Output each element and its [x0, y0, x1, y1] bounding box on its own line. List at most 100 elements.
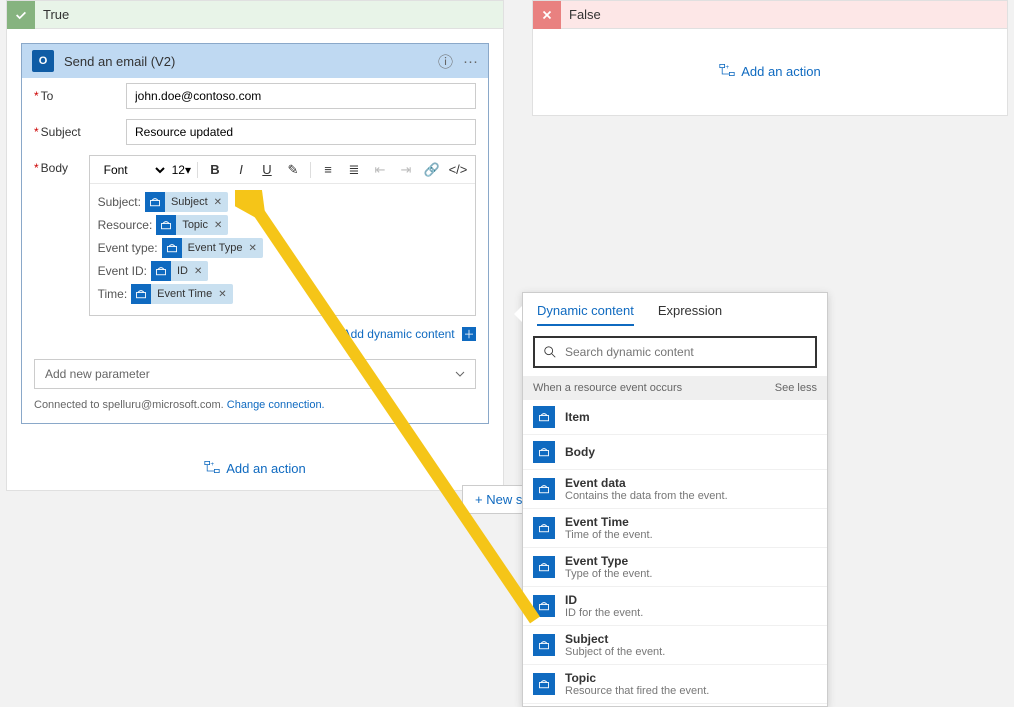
- dynamic-token[interactable]: Subject✕: [145, 192, 228, 212]
- to-input[interactable]: [126, 83, 476, 109]
- add-action-icon: +: [719, 63, 735, 80]
- eventgrid-icon: [151, 261, 171, 281]
- underline-button[interactable]: U: [256, 159, 278, 181]
- flyout-items[interactable]: Item Body Event dataContains the data from…: [523, 400, 827, 704]
- subject-input[interactable]: [126, 119, 476, 145]
- eventgrid-icon: [533, 634, 555, 656]
- token-label: Event Type: [182, 242, 249, 254]
- body-line-label: Event ID:: [98, 264, 147, 278]
- flyout-item-title: Subject: [565, 632, 665, 646]
- plus-icon[interactable]: ＋: [462, 327, 476, 341]
- body-line: Subject:Subject✕: [98, 192, 467, 212]
- send-email-header[interactable]: O Send an email (V2) ⓘ ···: [22, 44, 488, 78]
- indent-icon[interactable]: ⇥: [395, 159, 417, 181]
- body-label: Body: [41, 161, 68, 175]
- flyout-item[interactable]: SubjectSubject of the event.: [523, 626, 827, 665]
- size-select[interactable]: 12 ▾: [172, 163, 191, 177]
- dynamic-token[interactable]: Topic✕: [156, 215, 228, 235]
- info-icon[interactable]: ⓘ: [438, 51, 453, 72]
- body-line: Resource:Topic✕: [98, 215, 467, 235]
- body-line-label: Time:: [98, 287, 128, 301]
- flyout-item-desc: Type of the event.: [565, 568, 652, 580]
- token-remove[interactable]: ✕: [214, 197, 228, 208]
- branch-false-label: False: [569, 7, 601, 22]
- pencil-icon[interactable]: ✎: [282, 159, 304, 181]
- token-label: ID: [171, 265, 194, 277]
- add-parameter-select[interactable]: Add new parameter: [34, 359, 476, 389]
- eventgrid-icon: [533, 517, 555, 539]
- connected-text: Connected to spelluru@microsoft.com.: [34, 399, 224, 411]
- see-less-link[interactable]: See less: [775, 382, 817, 394]
- chevron-down-icon: [455, 369, 465, 379]
- flyout-item-desc: Subject of the event.: [565, 646, 665, 658]
- body-line-label: Resource:: [98, 218, 153, 232]
- body-line: Time:Event Time✕: [98, 284, 467, 304]
- dynamic-content-flyout: Dynamic content Expression When a resour…: [522, 292, 828, 707]
- flyout-item-title: ID: [565, 593, 643, 607]
- group-label: When a resource event occurs: [533, 382, 682, 394]
- more-icon[interactable]: ···: [463, 53, 478, 70]
- branch-false-header: False: [533, 1, 1007, 29]
- link-icon[interactable]: 🔗: [421, 159, 443, 181]
- add-action-false[interactable]: + Add an action: [533, 29, 1007, 113]
- token-remove[interactable]: ✕: [218, 289, 232, 300]
- search-icon: [543, 345, 557, 359]
- change-connection-link[interactable]: Change connection.: [227, 399, 325, 411]
- dynamic-content-link[interactable]: Add dynamic content: [343, 327, 455, 341]
- eventgrid-icon: [533, 595, 555, 617]
- tab-expression[interactable]: Expression: [658, 303, 722, 326]
- send-email-card: O Send an email (V2) ⓘ ··· *To *Subject …: [21, 43, 489, 424]
- branch-true-label: True: [43, 7, 69, 22]
- eventgrid-icon: [131, 284, 151, 304]
- flyout-item-title: Event data: [565, 476, 728, 490]
- token-remove[interactable]: ✕: [249, 243, 263, 254]
- dynamic-token[interactable]: Event Time✕: [131, 284, 232, 304]
- italic-button[interactable]: I: [230, 159, 252, 181]
- token-label: Subject: [165, 196, 214, 208]
- branch-true: True O Send an email (V2) ⓘ ··· *To *Sub…: [6, 0, 504, 491]
- flyout-item-desc: ID for the event.: [565, 607, 643, 619]
- bullet-list-icon[interactable]: ≡: [317, 159, 339, 181]
- token-remove[interactable]: ✕: [194, 266, 208, 277]
- flyout-search[interactable]: [533, 336, 817, 368]
- token-remove[interactable]: ✕: [214, 220, 228, 231]
- flyout-item-title: Item: [565, 410, 590, 424]
- eventgrid-icon: [533, 406, 555, 428]
- outdent-icon[interactable]: ⇤: [369, 159, 391, 181]
- code-icon[interactable]: </>: [447, 159, 469, 181]
- dynamic-token[interactable]: ID✕: [151, 261, 208, 281]
- flyout-item-desc: Resource that fired the event.: [565, 685, 709, 697]
- to-label: To: [41, 89, 54, 103]
- check-icon: [7, 1, 35, 29]
- branch-false: False + Add an action: [532, 0, 1008, 116]
- add-action-true[interactable]: + Add an action: [7, 446, 503, 490]
- number-list-icon[interactable]: ≣: [343, 159, 365, 181]
- flyout-item-title: Event Type: [565, 554, 652, 568]
- body-line-label: Event type:: [98, 241, 158, 255]
- flyout-item-title: Event Time: [565, 515, 653, 529]
- font-select[interactable]: Font: [96, 160, 168, 180]
- flyout-item-title: Topic: [565, 671, 709, 685]
- flyout-item[interactable]: Body: [523, 435, 827, 470]
- flyout-pointer: [514, 306, 522, 322]
- flyout-item-title: Body: [565, 445, 595, 459]
- add-action-icon: +: [204, 460, 220, 477]
- dynamic-token[interactable]: Event Type✕: [162, 238, 263, 258]
- bold-button[interactable]: B: [204, 159, 226, 181]
- body-line: Event type: Event Type✕: [98, 238, 467, 258]
- flyout-item[interactable]: TopicResource that fired the event.: [523, 665, 827, 704]
- flyout-item[interactable]: Item: [523, 400, 827, 435]
- eventgrid-icon: [533, 556, 555, 578]
- svg-text:+: +: [211, 461, 215, 468]
- flyout-item[interactable]: Event TypeType of the event.: [523, 548, 827, 587]
- flyout-item[interactable]: IDID for the event.: [523, 587, 827, 626]
- flyout-item[interactable]: Event dataContains the data from the eve…: [523, 470, 827, 509]
- body-line: Event ID: ID✕: [98, 261, 467, 281]
- body-editor: Font 12 ▾ B I U ✎ ≡ ≣ ⇤ ⇥ 🔗: [89, 155, 476, 316]
- flyout-item[interactable]: Event TimeTime of the event.: [523, 509, 827, 548]
- search-input[interactable]: [565, 345, 807, 359]
- eventgrid-icon: [533, 673, 555, 695]
- eventgrid-icon: [145, 192, 165, 212]
- token-label: Topic: [176, 219, 214, 231]
- tab-dynamic-content[interactable]: Dynamic content: [537, 303, 634, 326]
